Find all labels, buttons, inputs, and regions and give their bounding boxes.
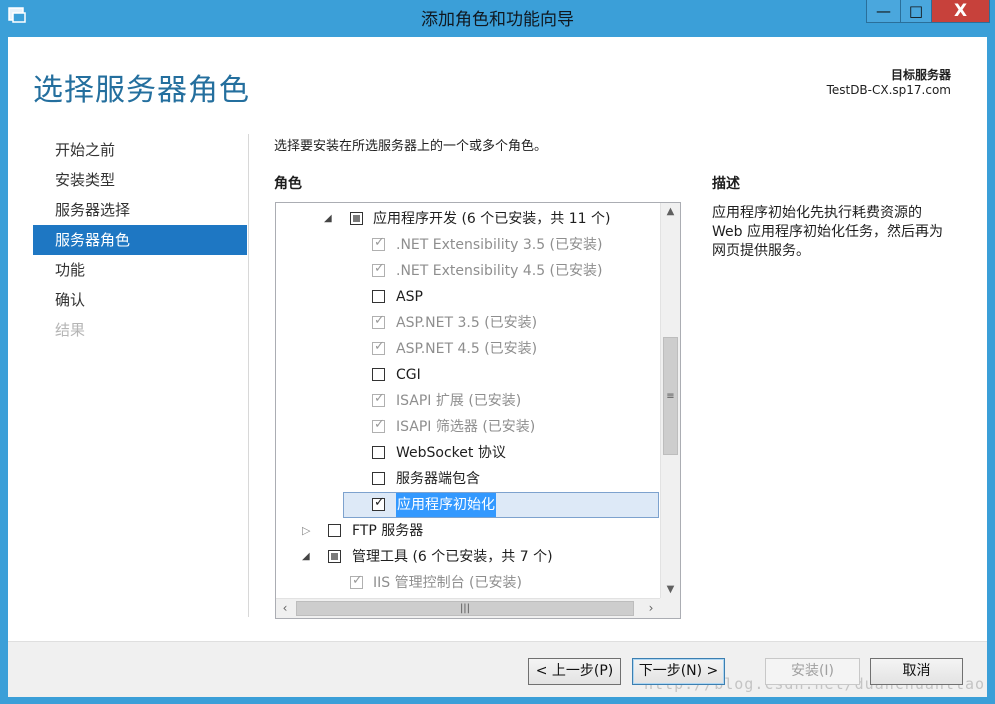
checkbox[interactable] (350, 212, 363, 225)
scroll-left-icon[interactable]: ‹ (276, 599, 294, 618)
checkbox[interactable] (372, 290, 385, 303)
tree-row-label: .NET Extensibility 3.5 (已安装) (396, 237, 603, 253)
tree-row-label: ASP (396, 289, 423, 305)
target-server-label: 目标服务器 (890, 68, 951, 82)
collapse-arrow-icon[interactable]: ▷ (302, 518, 310, 544)
tree-row-label: 服务器端包含 (396, 471, 480, 487)
install-button: 安装(I) (765, 658, 860, 685)
close-button[interactable]: X (931, 0, 990, 23)
previous-button[interactable]: < 上一步(P) (528, 658, 621, 685)
nav-item-results: 结果 (55, 321, 86, 339)
nav-item-installation-type[interactable]: 安装类型 (33, 165, 247, 195)
checkbox[interactable] (372, 472, 385, 485)
scroll-down-icon[interactable]: ▼ (661, 581, 680, 598)
checkbox[interactable] (372, 446, 385, 459)
tree-row-net-ext-45: ✓ .NET Extensibility 4.5 (已安装) (276, 258, 660, 284)
vertical-scroll-thumb[interactable]: ≡ (663, 337, 678, 455)
nav-item-server-roles[interactable]: 服务器角色 (33, 225, 247, 255)
roles-tree[interactable]: ◢ 应用程序开发 (6 个已安装，共 11 个) ✓ .NET Extensib… (275, 202, 681, 619)
tree-row-ssi[interactable]: 服务器端包含 (276, 466, 660, 492)
scroll-right-icon[interactable]: › (642, 599, 660, 618)
horizontal-scroll-thumb[interactable]: ||| (296, 601, 634, 616)
description-text: 应用程序初始化先执行耗费资源的 Web 应用程序初始化任务，然后再为网页提供服务… (712, 205, 943, 259)
tree-row-isapi-ext: ✓ ISAPI 扩展 (已安装) (276, 388, 660, 414)
tree-row-label: 应用程序开发 (6 个已安装，共 11 个) (373, 211, 611, 227)
checkbox: ✓ (372, 417, 385, 433)
expand-arrow-icon[interactable]: ◢ (302, 544, 310, 570)
tree-row-label: 管理工具 (6 个已安装，共 7 个) (352, 549, 553, 565)
tree-row-label: ISAPI 扩展 (已安装) (396, 393, 522, 409)
checkbox[interactable] (328, 524, 341, 537)
cancel-button[interactable]: 取消 (870, 658, 963, 685)
minimize-icon: — (876, 2, 891, 20)
checkbox: ✓ (372, 261, 385, 277)
tree-row-aspnet-45: ✓ ASP.NET 4.5 (已安装) (276, 336, 660, 362)
horizontal-scrollbar[interactable]: ‹ ||| › (276, 598, 660, 618)
tree-row-net-ext-35: ✓ .NET Extensibility 3.5 (已安装) (276, 232, 660, 258)
vertical-scrollbar[interactable]: ▲ ≡ ▼ (660, 203, 680, 598)
checkbox: ✓ (372, 235, 385, 251)
checkbox[interactable] (372, 368, 385, 381)
nav-item-before-you-begin[interactable]: 开始之前 (33, 135, 247, 165)
checkbox: ✓ (350, 573, 363, 589)
tree-row-asp[interactable]: ASP (276, 284, 660, 310)
scrollbar-corner (660, 598, 680, 618)
maximize-icon: □ (908, 2, 924, 20)
tree-row-aspnet-35: ✓ ASP.NET 3.5 (已安装) (276, 310, 660, 336)
tree-row-ftp-server[interactable]: ▷ FTP 服务器 (276, 518, 660, 544)
tree-row-label: ASP.NET 4.5 (已安装) (396, 341, 538, 357)
tree-row-label: WebSocket 协议 (396, 445, 506, 461)
tree-row-iis-console: ✓ IIS 管理控制台 (已安装) (276, 570, 660, 596)
target-server-value: TestDB-CX.sp17.com (826, 83, 951, 97)
expand-arrow-icon[interactable]: ◢ (324, 206, 332, 232)
checkbox[interactable]: ✓ (372, 495, 385, 511)
nav-divider (248, 134, 249, 617)
wizard-client: 选择服务器角色 目标服务器 TestDB-CX.sp17.com 开始之前 安装… (8, 37, 987, 697)
checkbox: ✓ (372, 391, 385, 407)
tree-row-label: 应用程序初始化 (396, 493, 496, 517)
checkbox[interactable] (328, 550, 341, 563)
description-header: 描述 (712, 176, 740, 192)
tree-row-label: .NET Extensibility 4.5 (已安装) (396, 263, 603, 279)
nav-item-confirmation[interactable]: 确认 (33, 285, 247, 315)
tree-row-management-tools[interactable]: ◢ 管理工具 (6 个已安装，共 7 个) (276, 544, 660, 570)
tree-row-label: ASP.NET 3.5 (已安装) (396, 315, 538, 331)
tree-row-label: ISAPI 筛选器 (已安装) (396, 419, 536, 435)
tree-row-label: CGI (396, 367, 421, 383)
roles-header: 角色 (274, 176, 302, 192)
tree-row-isapi-filters: ✓ ISAPI 筛选器 (已安装) (276, 414, 660, 440)
page-title: 选择服务器角色 (33, 73, 250, 108)
close-icon: X (953, 1, 968, 21)
tree-row-cgi[interactable]: CGI (276, 362, 660, 388)
tree-row-label: IIS 管理控制台 (已安装) (373, 575, 522, 591)
checkbox: ✓ (372, 339, 385, 355)
tree-row-websocket[interactable]: WebSocket 协议 (276, 440, 660, 466)
tree-row-app-init[interactable]: ✓ 应用程序初始化 (343, 492, 659, 518)
window-title: 添加角色和功能向导 (421, 10, 574, 30)
scroll-up-icon[interactable]: ▲ (661, 203, 680, 220)
instruction-text: 选择要安装在所选服务器上的一个或多个角色。 (274, 139, 548, 154)
tree-row-label: FTP 服务器 (352, 523, 424, 539)
checkbox: ✓ (372, 313, 385, 329)
minimize-button[interactable]: — (866, 0, 901, 23)
tree-row-app-development[interactable]: ◢ 应用程序开发 (6 个已安装，共 11 个) (276, 206, 660, 232)
maximize-button[interactable]: □ (900, 0, 932, 23)
nav-item-server-selection[interactable]: 服务器选择 (33, 195, 247, 225)
next-button[interactable]: 下一步(N) > (632, 658, 725, 685)
wizard-footer: http://blog.csdn.net/duanchuanttao < 上一步… (8, 641, 987, 697)
nav-item-features[interactable]: 功能 (33, 255, 247, 285)
